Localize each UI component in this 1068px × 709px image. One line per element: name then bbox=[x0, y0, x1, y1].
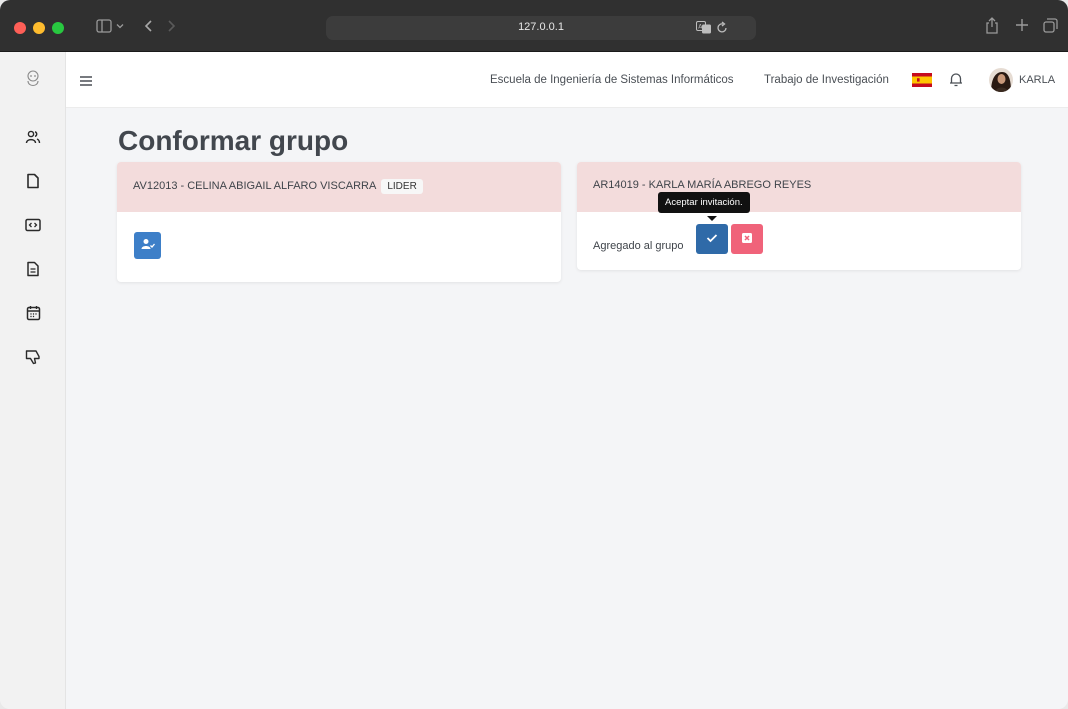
users-icon[interactable] bbox=[24, 128, 42, 146]
app-root: Escuela de Ingeniería de Sistemas Inform… bbox=[0, 52, 1068, 709]
card-header-text: AV12013 - CELINA ABIGAIL ALFARO VISCARRA… bbox=[133, 179, 423, 194]
card-header: AV12013 - CELINA ABIGAIL ALFARO VISCARRA… bbox=[117, 162, 561, 212]
calendar-icon[interactable] bbox=[24, 304, 42, 322]
page-title: Conformar grupo bbox=[118, 125, 349, 156]
top-navbar: Escuela de Ingeniería de Sistemas Inform… bbox=[66, 52, 1068, 108]
close-window-button[interactable] bbox=[14, 22, 26, 34]
url-text: 127.0.0.1 bbox=[518, 21, 564, 33]
spain-flag-icon[interactable] bbox=[912, 73, 932, 87]
x-square-icon bbox=[742, 230, 752, 248]
accept-tooltip: Aceptar invitación. bbox=[658, 192, 750, 213]
avatar[interactable] bbox=[989, 68, 1013, 92]
chevron-down-icon[interactable] bbox=[116, 21, 124, 35]
minimize-window-button[interactable] bbox=[33, 22, 45, 34]
sidebar bbox=[0, 52, 66, 709]
hamburger-menu-icon[interactable] bbox=[80, 73, 92, 91]
translate-icon[interactable]: A bbox=[696, 21, 712, 39]
code-icon[interactable] bbox=[24, 216, 42, 234]
document-icon[interactable] bbox=[24, 172, 42, 190]
forward-icon[interactable] bbox=[166, 19, 176, 35]
browser-toolbar: 127.0.0.1 A bbox=[0, 0, 1068, 52]
member-card-leader: AV12013 - CELINA ABIGAIL ALFARO VISCARRA… bbox=[117, 162, 561, 282]
reload-icon[interactable] bbox=[716, 21, 728, 39]
status-text: Agregado al grupo bbox=[593, 240, 684, 252]
nav-link-school[interactable]: Escuela de Ingeniería de Sistemas Inform… bbox=[490, 74, 734, 86]
member-card-invited: AR14019 - KARLA MARÍA ABREGO REYES Agreg… bbox=[577, 162, 1021, 270]
browser-window: 127.0.0.1 A Escuela de Ingeniería de Sis… bbox=[0, 0, 1068, 709]
file-text-icon[interactable] bbox=[24, 260, 42, 278]
bell-icon[interactable] bbox=[949, 71, 963, 92]
nav-link-research[interactable]: Trabajo de Investigación bbox=[764, 74, 889, 86]
share-icon[interactable] bbox=[985, 17, 999, 36]
member-name: AV12013 - CELINA ABIGAIL ALFARO VISCARRA bbox=[133, 180, 377, 192]
user-name[interactable]: KARLA bbox=[1019, 74, 1055, 86]
new-tab-icon[interactable] bbox=[1015, 18, 1029, 34]
tab-overview-icon[interactable] bbox=[1043, 18, 1058, 35]
address-bar[interactable]: 127.0.0.1 A bbox=[326, 16, 756, 40]
zoom-window-button[interactable] bbox=[52, 22, 64, 34]
user-check-icon bbox=[141, 237, 155, 255]
user-check-button[interactable] bbox=[134, 232, 161, 259]
main-content: Conformar grupo AV12013 - CELINA ABIGAIL… bbox=[66, 108, 1068, 709]
thumbs-down-icon[interactable] bbox=[24, 348, 42, 366]
tooltip-arrow bbox=[707, 216, 717, 221]
reject-invitation-button[interactable] bbox=[731, 224, 763, 254]
member-name: AR14019 - KARLA MARÍA ABREGO REYES bbox=[593, 179, 812, 191]
sidebar-toggle-icon[interactable] bbox=[96, 19, 112, 35]
leader-badge: LIDER bbox=[381, 179, 423, 194]
card-header: AR14019 - KARLA MARÍA ABREGO REYES bbox=[577, 162, 1021, 212]
check-icon bbox=[706, 230, 718, 248]
accept-invitation-button[interactable] bbox=[696, 224, 728, 254]
back-icon[interactable] bbox=[144, 19, 154, 35]
app-logo-icon[interactable] bbox=[24, 70, 42, 88]
